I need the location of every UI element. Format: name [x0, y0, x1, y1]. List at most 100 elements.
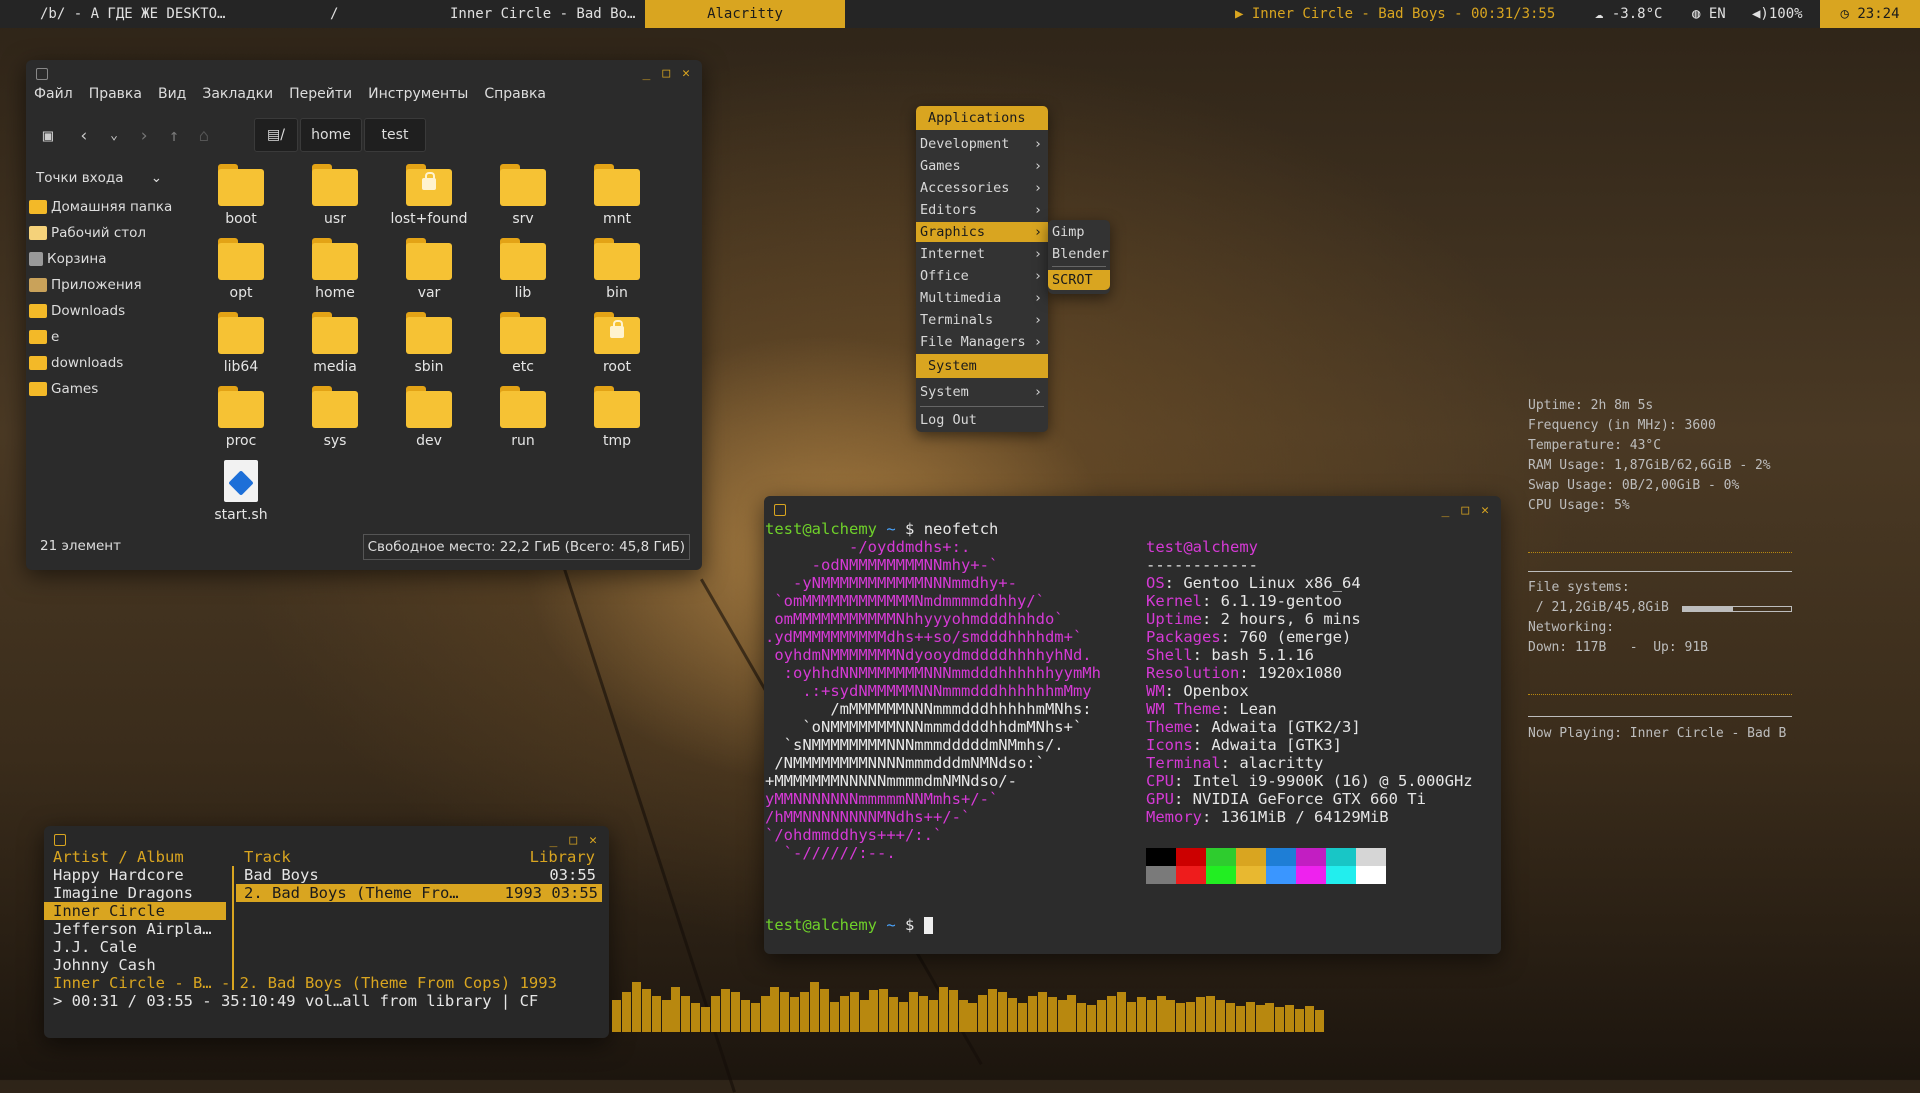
sidebar-item-trash[interactable]: Корзина [29, 248, 106, 270]
folder-item[interactable]: sbin [384, 312, 474, 375]
sidebar-item-games[interactable]: Games [29, 378, 98, 400]
submenu-item-blender[interactable]: Blender [1048, 244, 1110, 264]
folder-item[interactable]: usr [290, 164, 380, 227]
menu-tools[interactable]: Инструменты [368, 86, 468, 102]
back-icon[interactable]: ‹ [70, 123, 98, 149]
terminal-window[interactable]: _ □ ✕ test@alchemy ~ $ neofetch -/oyddmdhs… [764, 496, 1501, 954]
panel-window-active[interactable]: Alacritty [645, 0, 845, 28]
folder-item[interactable]: tmp [572, 386, 662, 449]
track-row-selected[interactable]: 2. Bad Boys (Theme Fro… 1993 03:55 [236, 884, 602, 902]
close-button[interactable]: ✕ [682, 66, 690, 81]
folder-item[interactable]: mnt [572, 164, 662, 227]
folder-item[interactable]: opt [196, 238, 286, 301]
folder-item[interactable]: etc [478, 312, 568, 375]
minimize-button[interactable]: _ [1442, 502, 1450, 520]
folder-item[interactable]: bin [572, 238, 662, 301]
album-row[interactable]: Bad Boys 03:55 [244, 866, 596, 884]
folder-icon [312, 164, 358, 206]
folder-item[interactable]: lib [478, 238, 568, 301]
history-down-icon[interactable]: ⌄ [100, 123, 128, 149]
maximize-button[interactable]: □ [1461, 502, 1469, 520]
menu-item-system[interactable]: System › [916, 382, 1048, 402]
sidebar-header[interactable]: Точки входа ⌄ [36, 170, 166, 186]
visualizer-bar [1126, 1001, 1136, 1032]
menu-item-label: Office [920, 268, 969, 284]
info-row: OS: Gentoo Linux x86_64 [1146, 574, 1361, 592]
sidebar-item-desktop[interactable]: Рабочий стол [29, 222, 146, 244]
maximize-button[interactable]: □ [662, 66, 670, 81]
sidebar-item-downloads-lower[interactable]: downloads [29, 352, 123, 374]
panel-now-playing[interactable]: ▶ Inner Circle - Bad Boys - 00:31/3:55 [1235, 0, 1555, 28]
sidebar-item-applications[interactable]: Приложения [29, 274, 142, 296]
panel-clock[interactable]: ◷ 23:24 [1820, 0, 1920, 28]
folder-item[interactable]: var [384, 238, 474, 301]
menu-item-internet[interactable]: Internet › [916, 244, 1048, 264]
artist-item[interactable]: Imagine Dragons [44, 884, 226, 902]
home-icon[interactable]: ⌂ [190, 123, 218, 149]
folder-item[interactable]: media [290, 312, 380, 375]
info-user: test@alchemy [1146, 538, 1258, 556]
file-item[interactable]: start.sh [196, 460, 286, 523]
item-label: lib64 [223, 359, 259, 375]
menu-item-graphics[interactable]: Graphics › [916, 222, 1048, 242]
menu-help[interactable]: Справка [484, 86, 546, 102]
folder-item[interactable]: dev [384, 386, 474, 449]
menu-item-games[interactable]: Games › [916, 156, 1048, 176]
folder-item[interactable]: lost+found [384, 164, 474, 227]
menu-item-development[interactable]: Development › [916, 134, 1048, 154]
folder-icon [594, 386, 640, 428]
menu-file[interactable]: Файл [34, 86, 73, 102]
visualizer-bar [1067, 994, 1077, 1032]
folder-item[interactable]: proc [196, 386, 286, 449]
panel-volume[interactable]: ◀)100% [1752, 0, 1812, 28]
menu-item-logout[interactable]: Log Out [916, 410, 1048, 430]
visualizer-bar [790, 997, 800, 1032]
folder-item[interactable]: boot [196, 164, 286, 227]
breadcrumb-root[interactable]: ▤/ [254, 118, 298, 152]
menu-view[interactable]: Вид [158, 86, 186, 102]
artist-item[interactable]: Johnny Cash [44, 956, 226, 974]
menu-go[interactable]: Перейти [289, 86, 352, 102]
new-tab-icon[interactable]: ▣ [34, 123, 62, 149]
artist-item[interactable]: Jefferson Airpla… [44, 920, 226, 938]
sidebar-item-home[interactable]: Домашняя папка [29, 196, 172, 218]
artist-item[interactable]: Happy Hardcore [44, 866, 226, 884]
window-icon [54, 834, 66, 846]
sidebar-item-label: Домашняя папка [51, 199, 173, 215]
panel-weather: ☁ -3.8°C [1595, 0, 1675, 28]
minimize-button[interactable]: _ [643, 66, 651, 81]
breadcrumb-home[interactable]: home [300, 118, 362, 152]
info-key: Theme [1146, 718, 1193, 736]
folder-item[interactable]: run [478, 386, 568, 449]
sidebar-item-e[interactable]: e [29, 326, 59, 348]
submenu-item-gimp[interactable]: Gimp [1048, 222, 1110, 242]
menu-bookmarks[interactable]: Закладки [202, 86, 273, 102]
music-player-window[interactable]: _ □ ✕ Artist / Album Track Library Happy H… [44, 826, 609, 1038]
menu-item-office[interactable]: Office › [916, 266, 1048, 286]
sidebar-item-downloads[interactable]: Downloads [29, 300, 125, 322]
menu-item-accessories[interactable]: Accessories › [916, 178, 1048, 198]
artist-item[interactable]: Inner Circle [44, 902, 226, 920]
folder-item[interactable]: lib64 [196, 312, 286, 375]
folder-item[interactable]: root [572, 312, 662, 375]
breadcrumb-test[interactable]: test [364, 118, 426, 152]
panel-window-title[interactable]: /b/ - А ГДЕ ЖЕ DESKTO… [40, 0, 230, 28]
folder-item[interactable]: srv [478, 164, 568, 227]
menu-item-multimedia[interactable]: Multimedia › [916, 288, 1048, 308]
panel-language[interactable]: ◍ EN [1692, 0, 1742, 28]
submenu-item-scrot[interactable]: SCROT [1048, 270, 1110, 290]
cursor [923, 917, 933, 934]
menu-item-terminals[interactable]: Terminals › [916, 310, 1048, 330]
artist-item[interactable]: J.J. Cale [44, 938, 226, 956]
folder-item[interactable]: sys [290, 386, 380, 449]
menu-edit[interactable]: Правка [89, 86, 142, 102]
folder-item[interactable]: home [290, 238, 380, 301]
forward-icon[interactable]: › [130, 123, 158, 149]
info-value: Adwaita [GTK3] [1211, 736, 1342, 754]
info-colon: : [1174, 772, 1193, 790]
menu-item-file-managers[interactable]: File Managers › [916, 332, 1048, 352]
close-button[interactable]: ✕ [1481, 502, 1489, 520]
menu-item-editors[interactable]: Editors › [916, 200, 1048, 220]
up-icon[interactable]: ↑ [160, 123, 188, 149]
panel-window-player[interactable]: Inner Circle - Bad Bo… [450, 0, 635, 28]
